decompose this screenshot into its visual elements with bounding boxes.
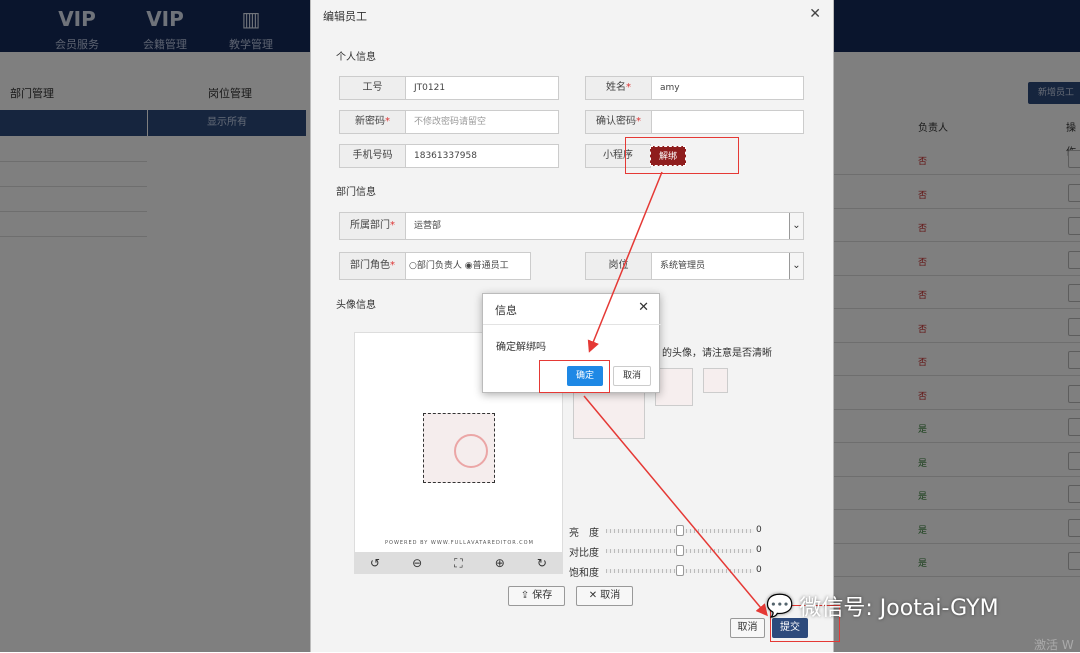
arrow-line: [583, 395, 768, 617]
arrow-line: [587, 171, 663, 353]
annotation-arrows: [583, 171, 768, 617]
wechat-watermark: 💬 微信号: Jootai-GYM: [766, 593, 999, 622]
wechat-icon: 💬: [766, 593, 794, 619]
activate-windows-text: 激活 W: [1034, 638, 1074, 652]
